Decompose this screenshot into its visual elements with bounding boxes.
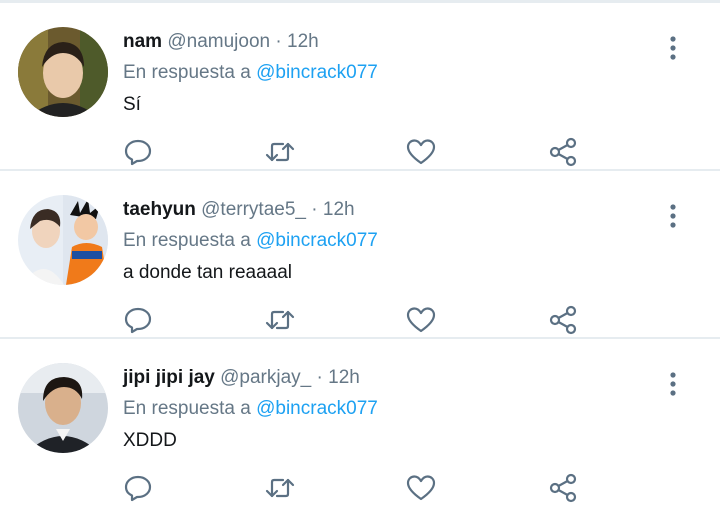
- retweet-icon[interactable]: [264, 472, 296, 504]
- reply-mention-link[interactable]: @bincrack077: [256, 230, 378, 251]
- retweet-icon[interactable]: [264, 136, 296, 168]
- heart-icon[interactable]: [405, 304, 437, 336]
- reply-context: En respuesta a @bincrack077: [123, 398, 378, 420]
- share-icon[interactable]: [547, 304, 579, 336]
- more-vertical-icon[interactable]: [660, 201, 686, 231]
- heart-icon[interactable]: [405, 472, 437, 504]
- tweet-text: XDDD: [123, 430, 177, 451]
- reply-icon[interactable]: [122, 472, 154, 504]
- tweet-text: Sí: [123, 94, 141, 115]
- more-vertical-icon[interactable]: [660, 33, 686, 63]
- reply-context: En respuesta a @bincrack077: [123, 62, 378, 84]
- reply-icon[interactable]: [122, 136, 154, 168]
- timestamp[interactable]: 12h: [287, 31, 319, 52]
- tweet-header: jipi jipi jay @parkjay_ · 12h: [123, 367, 360, 389]
- reply-prefix: En respuesta a: [123, 62, 257, 83]
- separator: ·: [270, 31, 287, 52]
- reply-prefix: En respuesta a: [123, 398, 257, 419]
- tweet-header: nam @namujoon · 12h: [123, 31, 319, 53]
- tweet-item[interactable]: nam @namujoon · 12h En respuesta a @binc…: [0, 3, 720, 171]
- reply-mention-link[interactable]: @bincrack077: [256, 62, 378, 83]
- separator: ·: [305, 199, 323, 220]
- timestamp[interactable]: 12h: [323, 199, 355, 220]
- user-handle[interactable]: @terrytae5_: [201, 199, 306, 220]
- heart-icon[interactable]: [405, 136, 437, 168]
- tweet-text: a donde tan reaaaal: [123, 262, 293, 283]
- avatar[interactable]: [18, 195, 108, 285]
- retweet-icon[interactable]: [264, 304, 296, 336]
- display-name[interactable]: taehyun: [123, 199, 196, 220]
- separator: ·: [311, 367, 329, 388]
- more-vertical-icon[interactable]: [660, 369, 686, 399]
- avatar[interactable]: [18, 27, 108, 117]
- share-icon[interactable]: [547, 136, 579, 168]
- avatar[interactable]: [18, 363, 108, 453]
- reply-context: En respuesta a @bincrack077: [123, 230, 378, 252]
- reply-icon[interactable]: [122, 304, 154, 336]
- timestamp[interactable]: 12h: [328, 367, 360, 388]
- display-name[interactable]: jipi jipi jay: [123, 367, 215, 388]
- user-handle[interactable]: @parkjay_: [220, 367, 311, 388]
- reply-prefix: En respuesta a: [123, 230, 257, 251]
- user-handle[interactable]: @namujoon: [167, 31, 270, 52]
- tweet-item[interactable]: taehyun @terrytae5_ · 12h En respuesta a…: [0, 171, 720, 339]
- reply-mention-link[interactable]: @bincrack077: [256, 398, 378, 419]
- display-name[interactable]: nam: [123, 31, 162, 52]
- tweet-header: taehyun @terrytae5_ · 12h: [123, 199, 355, 221]
- tweet-item[interactable]: jipi jipi jay @parkjay_ · 12h En respues…: [0, 339, 720, 507]
- share-icon[interactable]: [547, 472, 579, 504]
